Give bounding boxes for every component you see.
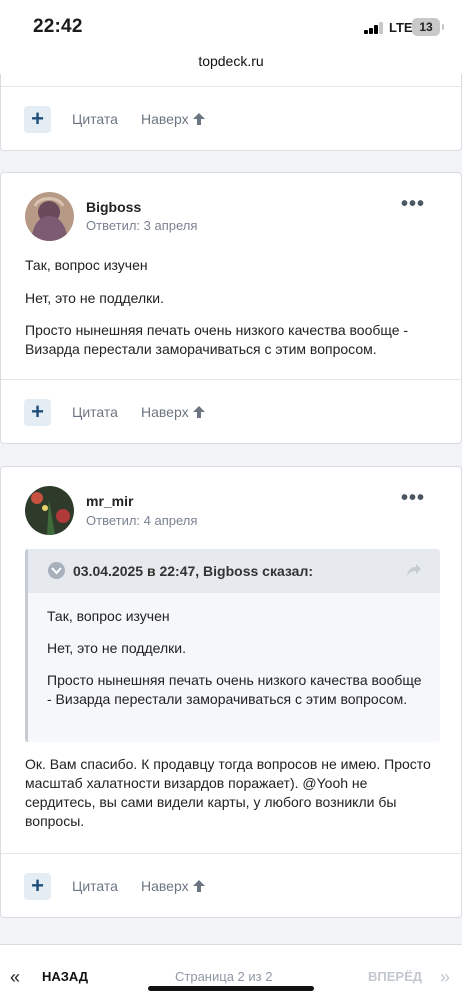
next-page-button: ВПЕРЁД: [368, 969, 423, 984]
to-top-link[interactable]: Наверх: [141, 878, 206, 894]
username[interactable]: Bigboss: [86, 199, 141, 215]
arrow-up-icon: [192, 113, 205, 125]
to-top-link[interactable]: Наверх: [141, 111, 206, 127]
address-bar[interactable]: topdeck.ru: [0, 48, 462, 76]
post-paragraph: Ок. Вам спасибо. К продавцу тогда вопрос…: [25, 756, 431, 829]
post-date: Ответил: 4 апреля: [86, 513, 198, 528]
share-arrow-icon[interactable]: [406, 563, 422, 577]
signal-icon: [364, 22, 386, 34]
battery-icon: 13: [412, 18, 444, 36]
home-indicator[interactable]: [148, 986, 314, 991]
to-top-label: Наверх: [141, 111, 189, 127]
network-label: LTE: [389, 20, 413, 35]
multiquote-button[interactable]: +: [24, 873, 51, 900]
arrow-up-icon: [192, 880, 205, 892]
chevron-down-icon[interactable]: [48, 562, 65, 579]
avatar-image: [25, 486, 74, 535]
to-top-link[interactable]: Наверх: [141, 404, 206, 420]
quote-link[interactable]: Цитата: [72, 404, 118, 420]
quote-link[interactable]: Цитата: [72, 878, 118, 894]
status-time: 22:42: [33, 16, 83, 37]
post-paragraph: Так, вопрос изучен: [25, 257, 148, 273]
quote-link[interactable]: Цитата: [72, 111, 118, 127]
post-footer: + Цитата Наверх: [1, 379, 461, 443]
post-card: Bigboss Ответил: 3 апреля ••• Так, вопро…: [0, 172, 462, 444]
post-date: Ответил: 3 апреля: [86, 218, 198, 233]
page-indicator[interactable]: Страница 2 из 2: [175, 969, 272, 984]
multiquote-button[interactable]: +: [24, 106, 51, 133]
to-top-label: Наверх: [141, 878, 189, 894]
arrow-up-icon: [192, 406, 205, 418]
post-card: mr_mir Ответил: 4 апреля ••• 03.04.2025 …: [0, 466, 462, 918]
quote-block: 03.04.2025 в 22:47, Bigboss сказал: Так,…: [25, 549, 440, 742]
avatar[interactable]: [25, 192, 74, 241]
multiquote-button[interactable]: +: [24, 399, 51, 426]
pagination: « НАЗАД Страница 2 из 2 ВПЕРЁД »: [0, 944, 462, 1000]
post-paragraph: Нет, это не подделки.: [25, 290, 164, 306]
avatar-image: [25, 192, 74, 241]
more-icon[interactable]: •••: [401, 487, 425, 510]
post-footer: + Цитата Наверх: [1, 853, 461, 917]
quote-paragraph: Так, вопрос изучен: [47, 608, 170, 624]
post-footer: + Цитата Наверх: [1, 86, 461, 150]
quote-paragraph: Просто нынешняя печать очень низкого кач…: [47, 672, 422, 707]
more-icon[interactable]: •••: [401, 193, 425, 216]
avatar[interactable]: [25, 486, 74, 535]
prev-page-button[interactable]: НАЗАД: [42, 969, 88, 984]
post-paragraph: Просто нынешняя печать очень низкого кач…: [25, 322, 409, 357]
status-bar: 22:42 LTE 13: [0, 0, 462, 48]
chevron-double-left-icon[interactable]: «: [10, 967, 20, 988]
quote-header[interactable]: 03.04.2025 в 22:47, Bigboss сказал:: [28, 549, 440, 593]
post-card-previous: + Цитата Наверх: [0, 74, 462, 151]
quote-author: 03.04.2025 в 22:47, Bigboss сказал:: [73, 563, 314, 579]
username[interactable]: mr_mir: [86, 493, 133, 509]
quote-paragraph: Нет, это не подделки.: [47, 640, 186, 656]
chevron-double-right-icon: »: [440, 967, 451, 987]
to-top-label: Наверх: [141, 404, 189, 420]
